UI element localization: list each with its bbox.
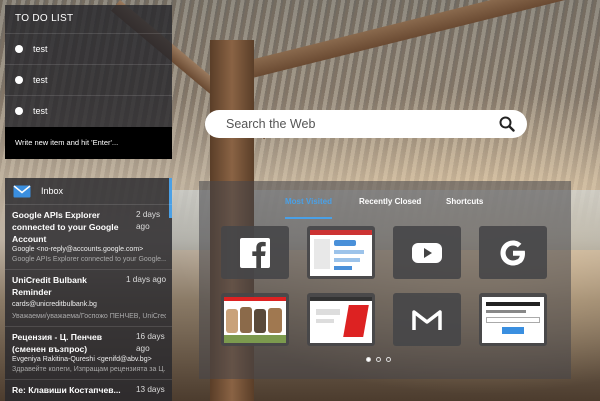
email-item[interactable]: UniCredit Bulbank Reminder 1 days ago ca…	[5, 269, 172, 326]
email-snippet: Здравейте колеги, Изпращам рецензията за…	[12, 366, 166, 373]
tile-youtube[interactable]	[393, 226, 461, 279]
todo-list-widget: TO DO LIST test test test Write new item…	[5, 5, 172, 159]
tile-facebook[interactable]	[221, 226, 289, 279]
google-icon	[500, 240, 525, 265]
todo-item[interactable]: test	[5, 95, 172, 126]
page-dot[interactable]	[386, 357, 391, 362]
todo-item-label: test	[33, 44, 48, 54]
todo-new-item-input[interactable]: Write new item and hit 'Enter'...	[5, 127, 172, 159]
dogs-thumbnail	[224, 296, 286, 343]
todo-item-label: test	[33, 106, 48, 116]
email-snippet: Google APIs Explorer connected to your G…	[12, 256, 166, 263]
email-time: 1 days ago	[125, 275, 166, 284]
page-indicator	[366, 357, 391, 362]
mail-icon	[13, 184, 31, 197]
todo-item[interactable]: test	[5, 64, 172, 95]
email-sender: Google <no-reply@accounts.google.com>	[12, 246, 144, 253]
fashion-thumbnail	[310, 296, 372, 343]
todo-item[interactable]: test	[5, 33, 172, 64]
chrome-extension-downloader-thumbnail	[482, 296, 544, 343]
page-dot[interactable]	[376, 357, 381, 362]
tile-chrome-extension-downloader[interactable]	[479, 293, 547, 346]
speed-dial-tabs: Most Visited Recently Closed Shortcuts	[199, 195, 571, 219]
tile-fashion-thumbnail[interactable]	[307, 293, 375, 346]
page-thumbnail	[310, 229, 372, 276]
tile-page-thumbnail[interactable]	[307, 226, 375, 279]
email-snippet: Уважаеми/уважаема/Госпожо ПЕНЧЕВ, UniCre…	[12, 313, 166, 320]
speed-dial-panel: Most Visited Recently Closed Shortcuts	[199, 181, 571, 379]
inbox-header[interactable]: Inbox	[5, 178, 172, 204]
todo-title: TO DO LIST	[15, 13, 74, 24]
facebook-icon	[240, 237, 270, 268]
email-sender: Evgeniya Rakitina-Qureshi <genifd@abv.bg…	[12, 356, 152, 363]
email-sender: cards@unicreditbulbank.bg	[12, 301, 97, 308]
email-item[interactable]: Рецензия - Ц. Пенчев (сменен възпрос) 16…	[5, 326, 172, 379]
email-time: 13 days	[136, 385, 165, 394]
page-dot[interactable]	[366, 357, 371, 362]
email-item[interactable]: Re: Клавиши Костапчев... 13 days	[5, 379, 172, 400]
tab-shortcuts[interactable]: Shortcuts	[446, 195, 483, 217]
email-time: 16 days ago	[136, 332, 165, 353]
search-icon[interactable]	[499, 116, 515, 132]
checkbox-circle-icon[interactable]	[15, 107, 23, 115]
email-subject: UniCredit Bulbank Reminder	[12, 275, 87, 297]
checkbox-circle-icon[interactable]	[15, 76, 23, 84]
tab-recently-closed[interactable]: Recently Closed	[359, 195, 421, 217]
search-bar	[205, 110, 527, 138]
tab-most-visited[interactable]: Most Visited	[285, 195, 332, 219]
inbox-widget: Inbox Google APIs Explorer connected to …	[5, 178, 172, 401]
todo-item-label: test	[33, 75, 48, 85]
tile-dogs-thumbnail[interactable]	[221, 293, 289, 346]
search-input[interactable]	[224, 116, 499, 132]
youtube-icon	[412, 242, 442, 263]
tile-gmail[interactable]	[393, 293, 461, 346]
email-time: 2 days ago	[136, 210, 161, 231]
tile-google[interactable]	[479, 226, 547, 279]
checkbox-circle-icon[interactable]	[15, 45, 23, 53]
email-item[interactable]: Google APIs Explorer connected to your G…	[5, 204, 172, 269]
gmail-icon	[412, 309, 442, 330]
inbox-title: Inbox	[41, 186, 64, 196]
